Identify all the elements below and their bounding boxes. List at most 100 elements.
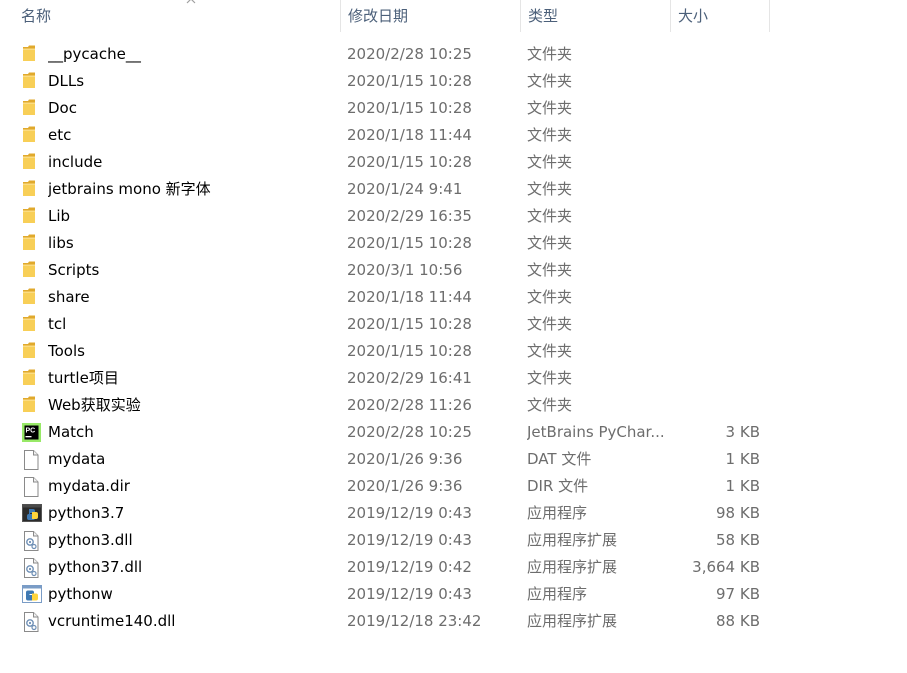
folder-icon <box>23 72 35 88</box>
file-date: 2020/1/26 9:36 <box>347 450 463 468</box>
file-date: 2020/2/29 16:41 <box>347 369 472 387</box>
file-name: python3.7 <box>48 504 125 522</box>
file-date: 2020/1/15 10:28 <box>347 315 472 333</box>
file-size <box>671 95 760 122</box>
file-icon-cell <box>22 41 42 68</box>
dll-icon <box>24 531 39 551</box>
file-type: 文件夹 <box>527 342 573 360</box>
file-row[interactable]: __pycache__ 2020/2/28 10:25 文件夹 <box>0 41 907 68</box>
file-row[interactable]: libs 2020/1/15 10:28 文件夹 <box>0 230 907 257</box>
column-header-name[interactable]: 名称 <box>14 0 341 32</box>
file-size: 1 KB <box>725 477 760 495</box>
file-row[interactable]: python3.dll 2019/12/19 0:43 应用程序扩展 58 KB <box>0 527 907 554</box>
file-date: 2020/1/18 11:44 <box>347 288 472 306</box>
file-icon-cell <box>22 392 42 419</box>
column-header-type[interactable]: 类型 <box>521 0 671 32</box>
file-name: vcruntime140.dll <box>48 612 176 630</box>
file-size <box>671 203 760 230</box>
file-name: mydata.dir <box>48 477 130 495</box>
file-icon-cell <box>22 527 42 554</box>
dll-icon <box>24 558 39 578</box>
file-icon-cell <box>22 95 42 122</box>
file-type: 文件夹 <box>527 72 573 90</box>
file-row[interactable]: etc 2020/1/18 11:44 文件夹 <box>0 122 907 149</box>
file-date: 2019/12/19 0:43 <box>347 585 472 603</box>
file-size: 3,664 KB <box>692 558 760 576</box>
file-icon-cell <box>22 554 42 581</box>
file-icon-cell <box>22 473 42 500</box>
file-row[interactable]: turtle项目 2020/2/29 16:41 文件夹 <box>0 365 907 392</box>
file-name: libs <box>48 234 74 252</box>
file-date: 2020/1/24 9:41 <box>347 180 463 198</box>
file-row[interactable]: python3.7 2019/12/19 0:43 应用程序 98 KB <box>0 500 907 527</box>
file-type: 应用程序 <box>527 585 588 603</box>
file-row[interactable]: Scripts 2020/3/1 10:56 文件夹 <box>0 257 907 284</box>
file-row[interactable]: tcl 2020/1/15 10:28 文件夹 <box>0 311 907 338</box>
file-icon-cell: PC <box>22 419 42 446</box>
file-date: 2020/1/26 9:36 <box>347 477 463 495</box>
file-type: 文件夹 <box>527 126 573 144</box>
file-name: DLLs <box>48 72 85 90</box>
file-type: 文件夹 <box>527 207 573 225</box>
file-icon <box>24 450 39 470</box>
file-row[interactable]: Tools 2020/1/15 10:28 文件夹 <box>0 338 907 365</box>
file-row[interactable]: Doc 2020/1/15 10:28 文件夹 <box>0 95 907 122</box>
file-type: 文件夹 <box>527 99 573 117</box>
file-date: 2019/12/19 0:42 <box>347 558 472 576</box>
file-row[interactable]: vcruntime140.dll 2019/12/18 23:42 应用程序扩展 88… <box>0 608 907 635</box>
file-size: 98 KB <box>716 504 760 522</box>
file-row[interactable]: Web获取实验 2020/2/28 11:26 文件夹 <box>0 392 907 419</box>
file-name: Lib <box>48 207 71 225</box>
file-name: python37.dll <box>48 558 143 576</box>
file-type: 应用程序扩展 <box>527 558 618 576</box>
file-date: 2020/1/15 10:28 <box>347 342 472 360</box>
folder-icon <box>23 396 35 412</box>
file-date: 2020/1/15 10:28 <box>347 234 472 252</box>
file-icon-cell <box>22 446 42 473</box>
file-icon-cell <box>22 257 42 284</box>
file-date: 2019/12/19 0:43 <box>347 531 472 549</box>
file-name: Match <box>48 423 94 441</box>
file-name: Doc <box>48 99 77 117</box>
file-row[interactable]: DLLs 2020/1/15 10:28 文件夹 <box>0 68 907 95</box>
file-row[interactable]: python37.dll 2019/12/19 0:42 应用程序扩展 3,664 K… <box>0 554 907 581</box>
file-row[interactable]: share 2020/1/18 11:44 文件夹 <box>0 284 907 311</box>
file-type: 文件夹 <box>527 288 573 306</box>
file-list: __pycache__ 2020/2/28 10:25 文件夹 DLLs 2020/1… <box>0 41 907 635</box>
column-header-name-label: 名称 <box>21 7 52 25</box>
file-row[interactable]: jetbrains mono 新字体 2020/1/24 9:41 文件夹 <box>0 176 907 203</box>
column-header-size[interactable]: 大小 <box>671 0 770 32</box>
file-type: JetBrains PyChar... <box>527 423 665 441</box>
file-icon-cell <box>22 122 42 149</box>
file-icon-cell <box>22 230 42 257</box>
file-date: 2020/2/29 16:35 <box>347 207 472 225</box>
file-icon-cell <box>22 500 42 527</box>
file-icon-cell <box>22 176 42 203</box>
file-name: Tools <box>48 342 85 360</box>
file-name: tcl <box>48 315 67 333</box>
file-icon-cell <box>22 68 42 95</box>
file-icon <box>24 477 39 497</box>
file-date: 2020/1/18 11:44 <box>347 126 472 144</box>
file-type: 文件夹 <box>527 234 573 252</box>
file-size <box>671 365 760 392</box>
column-header-date[interactable]: 修改日期 <box>341 0 521 32</box>
folder-icon <box>23 234 35 250</box>
file-name: share <box>48 288 90 306</box>
file-row[interactable]: include 2020/1/15 10:28 文件夹 <box>0 149 907 176</box>
column-header-type-label: 类型 <box>528 7 559 25</box>
svg-text:PC: PC <box>26 428 36 435</box>
file-type: DIR 文件 <box>527 477 589 495</box>
file-icon-cell <box>22 203 42 230</box>
file-row[interactable]: mydata 2020/1/26 9:36 DAT 文件 1 KB <box>0 446 907 473</box>
file-date: 2020/1/15 10:28 <box>347 99 472 117</box>
file-name: __pycache__ <box>48 45 141 63</box>
file-row[interactable]: Lib 2020/2/29 16:35 文件夹 <box>0 203 907 230</box>
file-size: 97 KB <box>716 585 760 603</box>
file-date: 2020/2/28 10:25 <box>347 423 472 441</box>
file-row[interactable]: PC Match 2020/2/28 10:25 JetBrains PyChar.… <box>0 419 907 446</box>
file-row[interactable]: mydata.dir 2020/1/26 9:36 DIR 文件 1 KB <box>0 473 907 500</box>
python-app-icon <box>22 504 42 522</box>
file-size: 58 KB <box>716 531 760 549</box>
file-row[interactable]: pythonw 2019/12/19 0:43 应用程序 97 KB <box>0 581 907 608</box>
